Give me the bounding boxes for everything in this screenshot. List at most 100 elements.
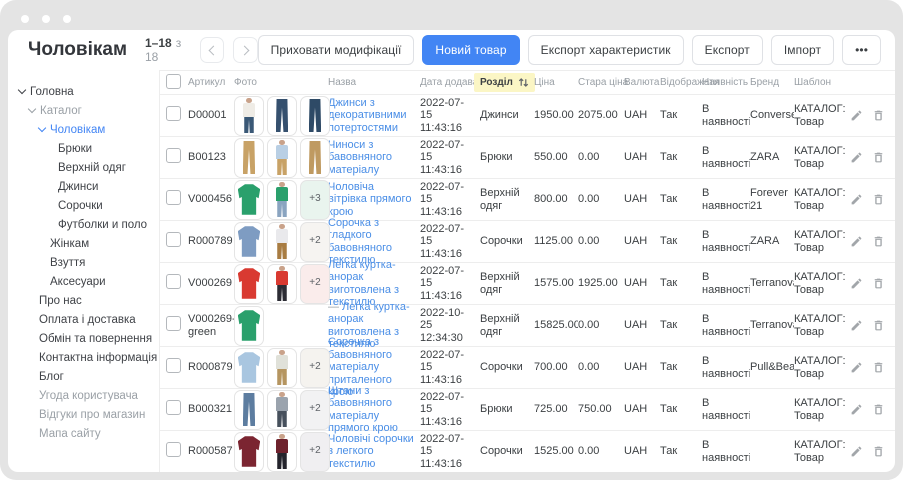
sidebar-item[interactable]: Взуття bbox=[8, 253, 159, 272]
row-checkbox[interactable] bbox=[166, 148, 181, 163]
product-thumbnail[interactable] bbox=[234, 264, 264, 304]
edit-pencil-icon[interactable] bbox=[850, 235, 863, 248]
row-checkbox[interactable] bbox=[166, 400, 181, 415]
column-header[interactable]: Стара ціна bbox=[578, 77, 624, 88]
export-button[interactable]: Експорт bbox=[692, 35, 763, 65]
row-checkbox[interactable] bbox=[166, 106, 181, 121]
delete-trash-icon[interactable] bbox=[872, 403, 885, 416]
delete-trash-icon[interactable] bbox=[872, 319, 885, 332]
product-thumbnail[interactable]: +3 bbox=[300, 180, 330, 220]
sidebar-item[interactable]: Відгуки про магазин bbox=[8, 405, 159, 424]
sidebar-item[interactable]: Блог bbox=[8, 367, 159, 386]
sidebar-item[interactable]: Джинси bbox=[8, 177, 159, 196]
product-thumbnail[interactable]: +2 bbox=[300, 222, 330, 262]
sidebar-item[interactable]: Чоловікам bbox=[8, 120, 159, 139]
prev-page-button[interactable] bbox=[200, 37, 224, 63]
sidebar-item[interactable]: Каталог bbox=[8, 101, 159, 120]
import-button[interactable]: Імпорт bbox=[771, 35, 834, 65]
sidebar-item[interactable]: Сорочки bbox=[8, 196, 159, 215]
window-control-dot[interactable] bbox=[21, 15, 29, 23]
edit-pencil-icon[interactable] bbox=[850, 445, 863, 458]
export-attributes-button[interactable]: Експорт характеристик bbox=[528, 35, 684, 65]
column-header[interactable]: Валюта bbox=[624, 77, 660, 88]
sidebar-item[interactable]: Про нас bbox=[8, 291, 159, 310]
product-thumbnail[interactable]: +2 bbox=[300, 390, 330, 430]
delete-trash-icon[interactable] bbox=[872, 151, 885, 164]
column-header[interactable]: Наявність bbox=[702, 77, 750, 88]
new-product-button[interactable]: Новий товар bbox=[422, 35, 519, 65]
product-thumbnail[interactable] bbox=[267, 432, 297, 472]
edit-pencil-icon[interactable] bbox=[850, 277, 863, 290]
product-thumbnail[interactable] bbox=[267, 390, 297, 430]
delete-trash-icon[interactable] bbox=[872, 193, 885, 206]
product-thumbnail[interactable] bbox=[267, 138, 297, 178]
column-header[interactable]: Назва bbox=[328, 77, 420, 88]
edit-pencil-icon[interactable] bbox=[850, 109, 863, 122]
delete-trash-icon[interactable] bbox=[872, 109, 885, 122]
next-page-button[interactable] bbox=[233, 37, 257, 63]
product-thumbnail[interactable]: +2 bbox=[300, 264, 330, 304]
column-header[interactable]: Дата додавання bbox=[420, 77, 480, 88]
product-thumbnail[interactable] bbox=[234, 180, 264, 220]
row-checkbox[interactable] bbox=[166, 316, 181, 331]
sidebar-item[interactable]: Контактна інформація bbox=[8, 348, 159, 367]
product-thumbnail[interactable] bbox=[234, 222, 264, 262]
product-name-link[interactable]: Чоловіча вітрівка прямого крою bbox=[328, 181, 411, 218]
sidebar-item[interactable]: Верхній одяг bbox=[8, 158, 159, 177]
product-thumbnail[interactable] bbox=[300, 96, 330, 136]
delete-trash-icon[interactable] bbox=[872, 235, 885, 248]
row-checkbox[interactable] bbox=[166, 274, 181, 289]
product-thumbnail[interactable]: +2 bbox=[300, 348, 330, 388]
edit-pencil-icon[interactable] bbox=[850, 361, 863, 374]
column-header[interactable]: Бренд bbox=[750, 77, 794, 88]
product-thumbnail[interactable] bbox=[300, 138, 330, 178]
product-thumbnail[interactable] bbox=[234, 306, 264, 346]
product-thumbnail[interactable] bbox=[267, 180, 297, 220]
row-checkbox[interactable] bbox=[166, 232, 181, 247]
delete-trash-icon[interactable] bbox=[872, 277, 885, 290]
column-header[interactable]: Артикул bbox=[188, 77, 234, 88]
edit-pencil-icon[interactable] bbox=[850, 403, 863, 416]
sidebar-item[interactable]: Аксесуари bbox=[8, 272, 159, 291]
more-options-button[interactable]: ••• bbox=[842, 35, 881, 65]
product-name-link[interactable]: Джинси з декоративними потертостями bbox=[328, 97, 407, 134]
product-name-link[interactable]: Чиноси з бавовняного матеріалу bbox=[328, 139, 392, 176]
sidebar-item[interactable]: Оплата і доставка bbox=[8, 310, 159, 329]
edit-pencil-icon[interactable] bbox=[850, 319, 863, 332]
product-thumbnail[interactable] bbox=[267, 264, 297, 304]
column-header[interactable]: Шаблон bbox=[794, 77, 850, 88]
edit-pencil-icon[interactable] bbox=[850, 193, 863, 206]
column-header[interactable]: Відображати bbox=[660, 77, 702, 88]
column-header[interactable]: Ціна bbox=[534, 77, 578, 88]
product-name-link[interactable]: Чоловічі сорочки з легкого текстилю bbox=[328, 433, 414, 470]
column-header[interactable]: Розділ bbox=[480, 73, 534, 92]
sidebar-item[interactable]: Мапа сайту bbox=[8, 424, 159, 443]
product-thumbnail[interactable] bbox=[234, 432, 264, 472]
window-control-dot[interactable] bbox=[42, 15, 50, 23]
delete-trash-icon[interactable] bbox=[872, 445, 885, 458]
product-name-link[interactable]: Штани з бавовняного матеріалу прямого кр… bbox=[328, 385, 398, 435]
product-thumbnail[interactable]: +2 bbox=[300, 432, 330, 472]
sidebar-item[interactable]: Брюки bbox=[8, 139, 159, 158]
product-thumbnail[interactable] bbox=[234, 390, 264, 430]
sidebar-item[interactable]: Угода користувача bbox=[8, 386, 159, 405]
delete-trash-icon[interactable] bbox=[872, 361, 885, 374]
hide-modifications-button[interactable]: Приховати модифікації bbox=[258, 35, 415, 65]
sidebar-item[interactable]: Обмін та повернення bbox=[8, 329, 159, 348]
column-header[interactable]: Фото bbox=[234, 77, 328, 88]
product-thumbnail[interactable] bbox=[234, 96, 264, 136]
product-thumbnail[interactable] bbox=[267, 222, 297, 262]
product-thumbnail[interactable] bbox=[267, 96, 297, 136]
edit-pencil-icon[interactable] bbox=[850, 151, 863, 164]
row-checkbox[interactable] bbox=[166, 442, 181, 457]
product-thumbnail[interactable] bbox=[234, 348, 264, 388]
sidebar-item[interactable]: Головна bbox=[8, 82, 159, 101]
row-checkbox[interactable] bbox=[166, 190, 181, 205]
sidebar-item[interactable]: Жінкам bbox=[8, 234, 159, 253]
select-all-checkbox[interactable] bbox=[166, 74, 181, 89]
window-control-dot[interactable] bbox=[63, 15, 71, 23]
sidebar-item[interactable]: Футболки и поло bbox=[8, 215, 159, 234]
product-thumbnail[interactable] bbox=[267, 348, 297, 388]
product-thumbnail[interactable] bbox=[234, 138, 264, 178]
row-checkbox[interactable] bbox=[166, 358, 181, 373]
